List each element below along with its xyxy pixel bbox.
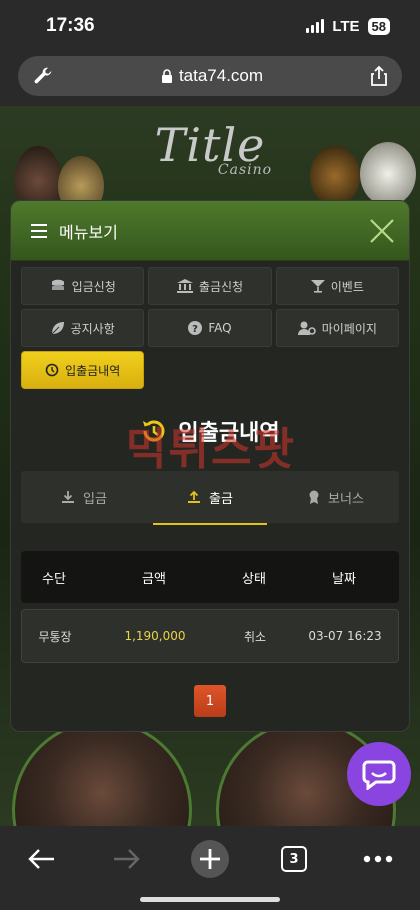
question-icon: ? [188, 321, 203, 335]
cell-method: 무통장 [38, 629, 72, 644]
status-bar: 17:36 LTE 58 [0, 0, 420, 52]
share-icon[interactable] [370, 65, 388, 87]
history-icon [140, 417, 168, 445]
menu-faq[interactable]: ? FAQ [148, 309, 272, 347]
battery-icon: 58 [367, 17, 390, 35]
menu-notice[interactable]: 공지사항 [21, 309, 145, 347]
menu-withdraw-request[interactable]: 출금신청 [148, 267, 272, 305]
coins-icon [50, 279, 66, 293]
cell-date: 03-07 16:23 [308, 629, 382, 643]
tabs-button[interactable]: 3 [269, 834, 319, 884]
transaction-tabs: 입금 출금 보너스 [21, 471, 399, 525]
status-indicators: LTE 58 [306, 17, 390, 35]
url-display[interactable]: tata74.com [161, 66, 263, 86]
pagination: 1 [11, 685, 409, 717]
close-icon[interactable] [369, 218, 395, 244]
cell-amount: 1,190,000 [124, 629, 186, 643]
menu-deposit-request[interactable]: 입금신청 [21, 267, 145, 305]
menu-title: 메뉴보기 [31, 219, 118, 243]
header-status: 상태 [242, 571, 266, 587]
header-amount: 금액 [142, 571, 166, 587]
header-date: 날짜 [332, 571, 356, 587]
chat-icon [362, 758, 396, 790]
table-header: 수단 금액 상태 날짜 [21, 551, 399, 603]
header-method: 수단 [42, 571, 66, 587]
more-icon [363, 855, 393, 863]
new-tab-button[interactable] [185, 834, 235, 884]
more-button[interactable] [353, 834, 403, 884]
plus-icon [191, 840, 229, 878]
tab-bonus[interactable]: 보너스 [273, 471, 399, 523]
upload-icon [187, 490, 201, 504]
svg-text:?: ? [192, 324, 198, 335]
bank-icon [176, 279, 193, 293]
back-button[interactable] [17, 834, 67, 884]
browser-url-bar: tata74.com [0, 52, 420, 106]
download-icon [61, 490, 75, 504]
menu-mypage[interactable]: 마이페이지 [275, 309, 399, 347]
tab-withdraw[interactable]: 출금 [147, 471, 273, 525]
chat-button[interactable] [347, 742, 411, 806]
url-text: tata74.com [178, 66, 264, 85]
site-logo: Title Casino [154, 118, 273, 178]
cell-status: 취소 [243, 629, 267, 644]
tabs-icon: 3 [281, 846, 307, 872]
arrow-left-icon [28, 848, 56, 870]
home-indicator [140, 897, 280, 902]
arrow-right-icon [112, 848, 140, 870]
history-icon [45, 363, 59, 377]
lock-icon [161, 69, 173, 83]
browser-toolbar: 3 [0, 826, 420, 910]
page-button-current[interactable]: 1 [194, 685, 226, 717]
leaf-icon [51, 321, 65, 335]
history-table: 수단 금액 상태 날짜 무통장 1,190,000 취소 03-07 16:23 [21, 551, 399, 663]
network-label: LTE [332, 17, 360, 35]
menu-event[interactable]: 이벤트 [275, 267, 399, 305]
menu-grid: 입금신청 출금신청 이벤트 공지사항 ? FAQ 마이페이지 입출금내역 [11, 261, 409, 389]
cocktail-icon [310, 279, 325, 293]
status-time: 17:36 [46, 15, 95, 36]
forward-button[interactable] [101, 834, 151, 884]
background-dealer-left [12, 720, 192, 826]
hamburger-icon [31, 223, 47, 238]
menu-transaction-history[interactable]: 입출금내역 [21, 351, 145, 389]
page-title: 입출금내역 [11, 411, 409, 451]
medal-icon [308, 490, 320, 504]
tab-deposit[interactable]: 입금 [21, 471, 147, 523]
menu-modal: 메뉴보기 입금신청 출금신청 이벤트 공지사항 ? FAQ 마이페이지 입출금내… [10, 200, 410, 732]
wrench-icon[interactable] [32, 65, 54, 87]
table-row: 무통장 1,190,000 취소 03-07 16:23 [21, 609, 399, 663]
signal-icon [306, 19, 325, 33]
user-gear-icon [297, 321, 316, 335]
address-field[interactable]: tata74.com [18, 56, 402, 96]
modal-header: 메뉴보기 [11, 201, 409, 261]
